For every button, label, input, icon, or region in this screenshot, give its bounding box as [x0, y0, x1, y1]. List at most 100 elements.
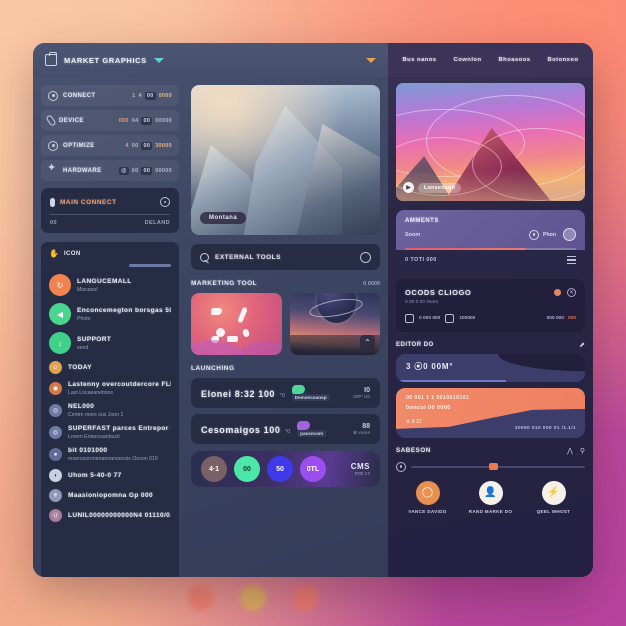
table-row[interactable]: Elonei 8:32 100 °0 Demoncoanop I0 00P' U…	[191, 378, 380, 408]
wave-card-blue[interactable]: 3 ⦿0 00M°	[396, 353, 585, 382]
stat-meta: 4 00 00 30000	[125, 141, 172, 150]
row-tag-group: Demoncoanop	[291, 385, 330, 401]
pill-right-text: CMS P00 17	[351, 462, 370, 477]
activity-icon[interactable]: ⋀	[567, 447, 573, 455]
list-item[interactable]: ↓ SUPPORT send	[49, 332, 171, 354]
tab-2[interactable]: Bhoasoos	[498, 57, 530, 63]
external-tools-bar[interactable]: EXTERNAL TOOLS	[191, 244, 380, 270]
thumb-space[interactable]: ⌃	[289, 293, 380, 355]
list-item[interactable]: ✳ Maasioniopomna Gp 000	[49, 489, 171, 502]
circle-brown[interactable]: 4·1	[201, 456, 227, 482]
session-avatar-cell[interactable]: ◯ VANCE DAVIDO	[399, 480, 457, 514]
row-title: Cesomaigos 100	[201, 425, 281, 435]
external-tools-label: EXTERNAL TOOLS	[215, 253, 281, 261]
hero-image-sunset[interactable]: ▶ Lonsenson	[396, 83, 585, 201]
bolt-icon[interactable]: ⚲	[580, 447, 585, 455]
list-item-subtitle: Last Locaeanetions	[68, 390, 113, 396]
list-item-title: LUNIL00000000000N4 01110/0.7	[68, 512, 171, 519]
row-right: I0 00P' U0	[353, 387, 370, 400]
menu-icon[interactable]	[567, 256, 576, 264]
section-action[interactable]: 0 0000	[363, 281, 380, 287]
list-item[interactable]: ◎ SUPERFAST parces Entrepor s Funnt Lore…	[49, 425, 171, 440]
stat-label: CONNECT	[63, 92, 96, 99]
list-item[interactable]: ◗ Uhom 5-40-0 77	[49, 469, 171, 482]
list-item-title: Lastenny overcoutdercore FLIGT	[68, 381, 171, 388]
tab-3[interactable]: Botonxoo	[547, 57, 578, 63]
scroll-indicator[interactable]	[129, 264, 171, 267]
star-icon	[47, 161, 58, 176]
close-icon[interactable]: ✕	[567, 287, 576, 297]
row-title-group: Cesomaigos 100 °0	[201, 420, 290, 438]
stat-row-connect[interactable]: CONNECT 1 4 00 0000	[41, 85, 179, 106]
progress-card[interactable]: AMMENTS Soom Phon 0 TOTI 000	[396, 210, 585, 271]
detail-card-header: OCODS CLIOGO 0 00 0 00 0som ✕	[405, 287, 576, 305]
avatar-glyph: ●	[53, 451, 58, 458]
list-item[interactable]: ↻ LANGUCEMALL Miscanol	[49, 274, 171, 296]
list-item[interactable]: ◀ Enconcemegton borsgas 50p0x01 Photo	[49, 303, 171, 325]
row-value-sub: 00P' U0	[353, 394, 370, 400]
sidebar: CONNECT 1 4 00 0000 DEVICE 000 04 00 000…	[33, 77, 185, 577]
wave-card-orange[interactable]: 00 001 1 1 0010010101 0oncol 00 0000 ☆ 0…	[396, 387, 585, 438]
row-tag: Demoncoanop	[291, 394, 330, 401]
stat-row-hardware[interactable]: HARDWARE @ 00 00 00000	[41, 160, 179, 181]
gear-icon[interactable]	[160, 197, 170, 207]
stat-row-optimize[interactable]: OPTIMIZE 4 00 00 30000	[41, 135, 179, 156]
circle-mint[interactable]: 00	[234, 456, 260, 482]
avatar: ↓	[49, 332, 71, 354]
chevron-down-icon[interactable]	[153, 57, 164, 63]
detail-card-icons: ✕	[554, 287, 576, 297]
chevron-up-icon[interactable]: ⌃	[360, 335, 375, 350]
session-avatar-cell[interactable]: 👤 RAND MARKE DO	[462, 480, 520, 514]
dot-salmon	[188, 585, 214, 611]
detail-card[interactable]: OCODS CLIOGO 0 00 0 00 0som ✕ 0 000 000 …	[396, 278, 585, 332]
session-icons: ⋀ ⚲	[567, 447, 585, 455]
tab-0[interactable]: Bus nanos	[402, 57, 436, 63]
tab-1[interactable]: Cownlon	[454, 57, 482, 63]
page-title: MARKET GRAPHICS	[64, 55, 147, 65]
status-badge	[554, 288, 561, 296]
card-title: MAIN CONNECT	[60, 198, 117, 206]
people-list: ✋ ICON ↻ LANGUCEMALL Miscanol ◀ Enconcem…	[41, 242, 179, 577]
cursor-icon[interactable]: ⬈	[579, 341, 585, 349]
session-avatar-cell[interactable]: ⚡ QEEL WHOST	[525, 480, 583, 514]
thumb-pink[interactable]	[191, 293, 282, 355]
info-icon[interactable]	[360, 251, 371, 263]
list-item[interactable]: ☺ TODAY	[49, 361, 171, 374]
circle-purple[interactable]: 0TL	[300, 456, 326, 482]
progress-card-meta: Phon	[529, 228, 576, 241]
stat-row-device[interactable]: DEVICE 000 04 00 00000	[41, 110, 179, 131]
list-item[interactable]: ◎ NEL000 Centre more sus Joon 1	[49, 403, 171, 418]
table-row[interactable]: Cesomaigos 100 °0 paosocom 88 ⊗ vores	[191, 414, 380, 444]
session-slider[interactable]	[396, 461, 585, 472]
avatar: ◎	[49, 426, 62, 439]
progress-card-footer-label: 0 TOTI 000	[405, 256, 437, 263]
list-item-text: Enconcemegton borsgas 50p0x01 Photo	[77, 307, 171, 322]
play-icon: ▶	[403, 182, 414, 193]
hand-icon: ✋	[49, 249, 59, 258]
right-nav-tabs: Bus nanos Cownlon Bhoasoos Botonxoo	[388, 43, 593, 77]
avatar[interactable]	[563, 228, 576, 241]
titlebar: MARKET GRAPHICS	[33, 43, 388, 77]
circle-blue[interactable]: 50	[267, 456, 293, 482]
main-connect-card[interactable]: MAIN CONNECT 00 DELAND	[41, 188, 179, 233]
list-item[interactable]: ● bit 0101000 moerocoronananoanoocois On…	[49, 447, 171, 462]
people-header: ✋ ICON	[49, 249, 171, 258]
list-item-title: Uhom 5-40-0 77	[68, 472, 122, 479]
avatar-person: 👤	[478, 480, 503, 505]
progress-bar-track[interactable]	[405, 248, 576, 250]
divider	[50, 214, 170, 215]
slider-thumb[interactable]	[489, 463, 499, 471]
list-item-title: Maasioniopomna Gp 000	[68, 492, 153, 499]
hero-image-mountain[interactable]: Montana	[191, 85, 380, 235]
chevron-down-icon-secondary[interactable]	[366, 57, 376, 63]
slider-track[interactable]	[411, 463, 585, 471]
list-item[interactable]: ◉ Lastenny overcoutdercore FLIGT Last Lo…	[49, 381, 171, 396]
avatar-glyph: Ⓤ	[52, 514, 59, 520]
bag-icon	[45, 52, 57, 66]
list-item[interactable]: Ⓤ LUNIL00000000000N4 01110/0.7	[49, 509, 171, 522]
avatar-glyph: ✳	[52, 493, 59, 499]
record-icon	[396, 461, 406, 472]
hero-badge[interactable]: ▶ Lonsenson	[403, 182, 462, 193]
row-value: 88	[362, 422, 370, 430]
avatar-ring: ◯	[415, 480, 440, 505]
